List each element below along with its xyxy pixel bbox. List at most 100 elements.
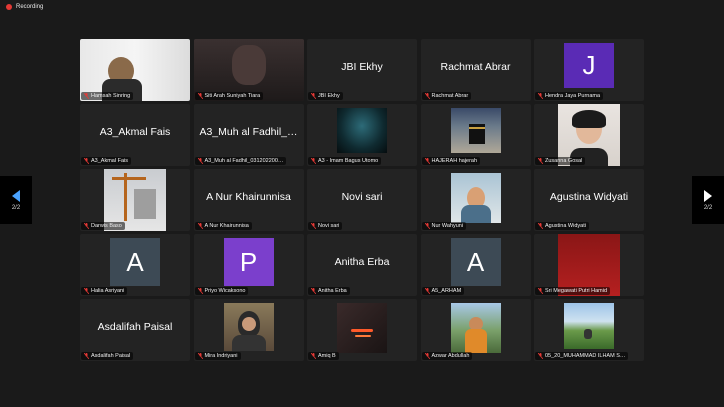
- participant-tile[interactable]: Asdalifah Paisal Asdalifah Paisal: [80, 299, 190, 361]
- participant-avatar: P: [223, 238, 274, 286]
- participant-tile[interactable]: Mira Indriyani: [193, 299, 304, 361]
- participant-avatar: A: [450, 238, 501, 286]
- participant-tile[interactable]: Nur Wahyuni: [420, 169, 531, 231]
- participant-name-label: Novi sari: [308, 222, 343, 230]
- participant-video: [450, 303, 501, 353]
- mic-muted-icon: [538, 223, 543, 229]
- mic-muted-icon: [197, 288, 203, 294]
- participant-avatar: A: [110, 238, 160, 286]
- participant-tile[interactable]: A Halia Asriyani: [80, 234, 190, 296]
- participant-tile[interactable]: Anitha Erba Anitha Erba: [307, 234, 417, 296]
- participant-display-name: A3_Akmal Fais: [99, 126, 171, 138]
- participant-tile[interactable]: Agustina Widyati Agustina Widyati: [534, 169, 644, 231]
- participant-tile[interactable]: A3_Akmal Fais A3_Akmal Fais: [80, 104, 190, 166]
- mic-muted-icon: [311, 223, 316, 229]
- participant-display-name: A Nur Khairunnisa: [206, 191, 291, 203]
- participant-name-label: A Nur Khairunnisa: [194, 222, 252, 230]
- participant-tile[interactable]: A Nur Khairunnisa A Nur Khairunnisa: [193, 169, 304, 231]
- participant-name-label: A3 - Imam Bagus Utomo: [308, 157, 382, 165]
- mic-muted-icon: [197, 93, 203, 99]
- participant-name-label: Nur Wahyuni: [421, 222, 467, 230]
- recording-indicator: Recording: [6, 4, 43, 10]
- participant-name-label: Agustina Widyati: [535, 222, 589, 230]
- participant-name-label: JBI Ekhy: [308, 92, 343, 100]
- chevron-left-icon: [12, 189, 20, 202]
- previous-page-button[interactable]: 2/2: [0, 176, 32, 224]
- mic-muted-icon: [311, 158, 316, 164]
- video-gallery-grid: Hamsah Sinring Siti Arah Suniyah Tiara J…: [80, 39, 644, 361]
- mic-muted-icon: [84, 158, 89, 164]
- participant-name-label: HAJERAH hajerah: [421, 157, 481, 165]
- mic-muted-icon: [538, 288, 543, 294]
- page-indicator-right: 2/2: [703, 204, 713, 211]
- participant-name-label: Hendra Jaya Purnama: [535, 92, 604, 100]
- participant-tile[interactable]: Amiq B: [307, 299, 417, 361]
- participant-tile[interactable]: 05_20_MUHAMMAD ILHAM S…: [534, 299, 644, 361]
- participant-name-label: Darwis Baso: [81, 222, 125, 230]
- participant-name-label: Mira Indriyani: [194, 352, 241, 360]
- participant-tile[interactable]: A3 - Imam Bagus Utomo: [307, 104, 417, 166]
- participant-name-label: Asdalifah Paisal: [81, 352, 134, 360]
- participant-tile[interactable]: J Hendra Jaya Purnama: [534, 39, 644, 101]
- mic-muted-icon: [311, 288, 316, 294]
- participant-tile[interactable]: Darwis Baso: [80, 169, 190, 231]
- participant-name-label: 05_20_MUHAMMAD ILHAM S…: [535, 352, 629, 360]
- participant-display-name: A3_Muh al Fadhil_…: [199, 126, 298, 138]
- participant-name-label: Rachmat Abrar: [421, 92, 472, 100]
- mic-muted-icon: [84, 93, 89, 99]
- participant-video: [223, 303, 274, 351]
- participant-tile[interactable]: JBI Ekhy JBI Ekhy: [307, 39, 417, 101]
- participant-name-label: Amiq B: [308, 352, 339, 360]
- participant-tile[interactable]: Azwar Abdullah: [420, 299, 531, 361]
- participant-tile[interactable]: HAJERAH hajerah: [420, 104, 531, 166]
- mic-muted-icon: [84, 353, 89, 359]
- chevron-right-icon: [704, 189, 712, 202]
- participant-tile[interactable]: Novi sari Novi sari: [307, 169, 417, 231]
- participant-display-name: Asdalifah Paisal: [97, 321, 173, 333]
- next-page-button[interactable]: 2/2: [692, 176, 724, 224]
- participant-tile[interactable]: A A5_ARHAM: [420, 234, 531, 296]
- recording-dot-icon: [6, 4, 12, 10]
- participant-display-name: Rachmat Abrar: [440, 61, 511, 73]
- participant-video: [337, 108, 387, 153]
- participant-tile[interactable]: A3_Muh al Fadhil_… A3_Muh al Fadhil_0312…: [193, 104, 304, 166]
- recording-label: Recording: [16, 4, 44, 10]
- mic-muted-icon: [424, 223, 430, 229]
- participant-tile[interactable]: Hamsah Sinring: [80, 39, 190, 101]
- mic-muted-icon: [538, 158, 543, 164]
- participant-name-label: A3_Akmal Fais: [81, 157, 131, 165]
- participant-name-label: Sri Megawati Putri Hamid: [535, 287, 611, 295]
- mic-muted-icon: [197, 353, 203, 359]
- mic-muted-icon: [84, 223, 89, 229]
- participant-name-label: Anitha Erba: [308, 287, 350, 295]
- participant-name-label: Hamsah Sinring: [81, 92, 134, 100]
- participant-name-label: Siti Arah Suniyah Tiara: [194, 92, 264, 100]
- mic-muted-icon: [197, 158, 203, 164]
- participant-display-name: Anitha Erba: [334, 256, 390, 268]
- participant-display-name: JBI Ekhy: [341, 61, 383, 73]
- participant-name-label: A3_Muh al Fadhil_031202200…: [194, 157, 287, 165]
- mic-muted-icon: [424, 158, 430, 164]
- page-indicator-left: 2/2: [11, 204, 21, 211]
- mic-muted-icon: [197, 223, 203, 229]
- participant-name-label: Priyo Wicaksono: [194, 287, 249, 295]
- participant-tile[interactable]: Zusanna Gosal: [534, 104, 644, 166]
- mic-muted-icon: [424, 288, 430, 294]
- participant-name-label: Azwar Abdullah: [421, 352, 473, 360]
- participant-tile[interactable]: Rachmat Abrar Rachmat Abrar: [420, 39, 531, 101]
- participant-display-name: Agustina Widyati: [549, 191, 629, 203]
- mic-muted-icon: [424, 353, 430, 359]
- mic-muted-icon: [84, 288, 89, 294]
- participant-video: [450, 108, 501, 153]
- participant-tile[interactable]: P Priyo Wicaksono: [193, 234, 304, 296]
- participant-video: [337, 303, 387, 353]
- participant-avatar: J: [564, 43, 614, 88]
- mic-muted-icon: [424, 93, 430, 99]
- participant-tile[interactable]: Sri Megawati Putri Hamid: [534, 234, 644, 296]
- mic-muted-icon: [538, 353, 543, 359]
- participant-video: [450, 173, 501, 223]
- participant-name-label: Zusanna Gosal: [535, 157, 586, 165]
- participant-name-label: A5_ARHAM: [421, 287, 465, 295]
- participant-video: [564, 303, 614, 349]
- participant-tile[interactable]: Siti Arah Suniyah Tiara: [193, 39, 304, 101]
